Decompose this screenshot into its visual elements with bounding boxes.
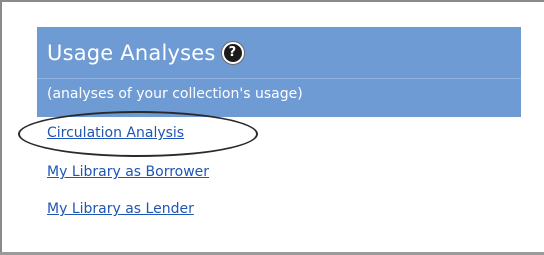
panel-divider [37, 78, 521, 79]
my-library-as-lender-link[interactable]: My Library as Lender [47, 200, 194, 218]
my-library-as-borrower-link[interactable]: My Library as Borrower [47, 163, 209, 181]
help-icon[interactable]: ? [221, 42, 244, 64]
panel-subtitle: (analyses of your collection's usage) [47, 86, 303, 102]
usage-analyses-panel: Usage Analyses ? (analyses of your colle… [37, 27, 521, 117]
highlight-ellipse [18, 111, 258, 157]
panel-header: Usage Analyses ? [47, 36, 244, 70]
panel-title: Usage Analyses [47, 41, 216, 65]
